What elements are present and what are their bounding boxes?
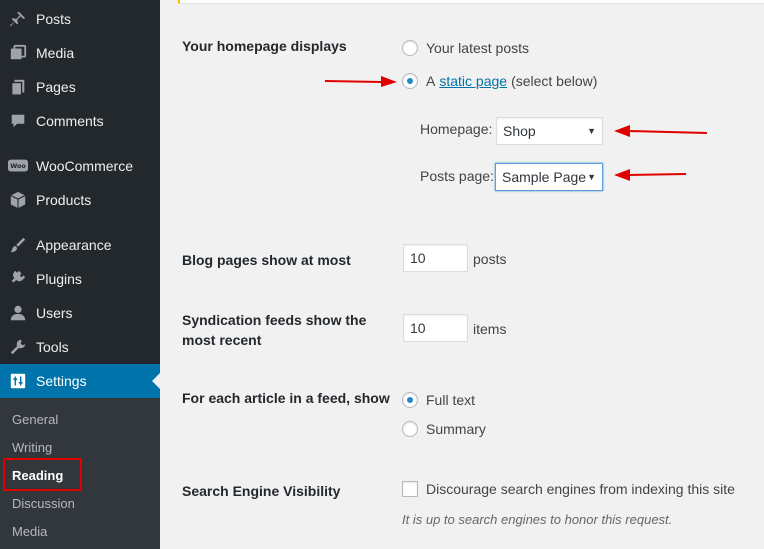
full-text-radio[interactable]: [402, 392, 418, 408]
notice-edge: [178, 0, 764, 4]
reading-settings-form: Your homepage displays Your latest posts…: [160, 0, 764, 549]
sidebar-item-label: Posts: [36, 11, 72, 27]
sidebar-item-label: Products: [36, 192, 92, 208]
search-visibility-label: Search Engine Visibility: [182, 483, 341, 499]
syndication-label-line1: Syndication feeds show the: [182, 312, 367, 328]
sidebar-item-tools[interactable]: Tools: [0, 330, 160, 364]
wrench-icon: [0, 330, 36, 364]
syndication-suffix: items: [473, 321, 507, 337]
posts-page-select-value: Sample Page: [502, 169, 587, 185]
summary-label: Summary: [426, 421, 486, 437]
sidebar-item-label: Media: [36, 45, 75, 61]
sidebar-item-settings[interactable]: Settings: [0, 364, 160, 398]
discourage-search-option[interactable]: Discourage search engines from indexing …: [402, 481, 735, 497]
submenu-item-writing[interactable]: Writing: [12, 440, 52, 455]
dropdown-caret-icon: ▼: [587, 126, 596, 136]
sidebar-item-label: Settings: [36, 373, 87, 389]
sidebar-item-products[interactable]: Products: [0, 183, 160, 217]
admin-sidebar: Posts Media Pages Comments Woo WooCommer…: [0, 0, 160, 549]
posts-page-select[interactable]: Sample Page ▼: [495, 163, 603, 191]
box-icon: [0, 183, 36, 217]
sidebar-item-media[interactable]: Media: [0, 36, 160, 70]
option-latest-posts[interactable]: Your latest posts: [402, 40, 529, 56]
sidebar-item-label: Appearance: [36, 237, 112, 253]
brush-icon: [0, 228, 36, 262]
user-icon: [0, 296, 36, 330]
discourage-search-checkbox[interactable]: [402, 481, 418, 497]
search-visibility-description: It is up to search engines to honor this…: [402, 512, 673, 527]
homepage-select-value: Shop: [503, 123, 536, 139]
sidebar-item-appearance[interactable]: Appearance: [0, 228, 160, 262]
homepage-select[interactable]: Shop ▼: [496, 117, 603, 145]
blog-pages-label: Blog pages show at most: [182, 252, 351, 268]
annotation-arrow-static-page: [324, 76, 397, 87]
submenu-item-general[interactable]: General: [12, 412, 58, 427]
blog-pages-suffix: posts: [473, 251, 507, 267]
latest-posts-radio[interactable]: [402, 40, 418, 56]
active-indicator: [152, 373, 160, 389]
homepage-displays-label: Your homepage displays: [182, 38, 347, 54]
summary-radio[interactable]: [402, 421, 418, 437]
posts-page-select-label: Posts page:: [420, 168, 494, 184]
sidebar-item-label: Pages: [36, 79, 76, 95]
annotation-arrow-posts-page: [614, 169, 687, 181]
plug-icon: [0, 262, 36, 296]
blog-pages-input[interactable]: 10: [403, 244, 468, 272]
syndication-input[interactable]: 10: [403, 314, 468, 342]
dropdown-caret-icon: ▼: [587, 172, 596, 182]
option-static-page[interactable]: A static page (select below): [402, 73, 597, 89]
feed-article-label: For each article in a feed, show: [182, 390, 390, 406]
static-page-link[interactable]: static page: [439, 73, 507, 89]
media-icon: [0, 36, 36, 70]
sidebar-item-label: Comments: [36, 113, 104, 129]
sidebar-item-label: Users: [36, 305, 73, 321]
static-page-suffix: (select below): [511, 73, 598, 89]
sidebar-item-label: WooCommerce: [36, 158, 133, 174]
settings-icon: [0, 364, 36, 398]
svg-text:Woo: Woo: [10, 163, 26, 170]
static-page-prefix: A: [426, 73, 436, 89]
sidebar-item-users[interactable]: Users: [0, 296, 160, 330]
option-summary[interactable]: Summary: [402, 421, 486, 437]
pushpin-icon: [0, 2, 36, 36]
submenu-item-discussion[interactable]: Discussion: [12, 496, 75, 511]
submenu-item-media[interactable]: Media: [12, 524, 47, 539]
option-full-text[interactable]: Full text: [402, 392, 475, 408]
latest-posts-label: Your latest posts: [426, 40, 529, 56]
pages-icon: [0, 70, 36, 104]
homepage-select-label: Homepage:: [420, 121, 493, 137]
sidebar-item-label: Plugins: [36, 271, 82, 287]
sidebar-item-pages[interactable]: Pages: [0, 70, 160, 104]
sidebar-item-woocommerce[interactable]: Woo WooCommerce: [0, 149, 160, 183]
syndication-label-line2: most recent: [182, 332, 262, 348]
annotation-arrow-homepage: [614, 125, 708, 137]
sidebar-item-comments[interactable]: Comments: [0, 104, 160, 138]
woocommerce-icon: Woo: [0, 149, 36, 183]
sidebar-item-plugins[interactable]: Plugins: [0, 262, 160, 296]
comment-icon: [0, 104, 36, 138]
full-text-label: Full text: [426, 392, 476, 408]
annotation-highlight-box: [3, 458, 82, 491]
sidebar-item-label: Tools: [36, 339, 69, 355]
sidebar-item-posts[interactable]: Posts: [0, 2, 160, 36]
discourage-search-label: Discourage search engines from indexing …: [426, 481, 735, 497]
